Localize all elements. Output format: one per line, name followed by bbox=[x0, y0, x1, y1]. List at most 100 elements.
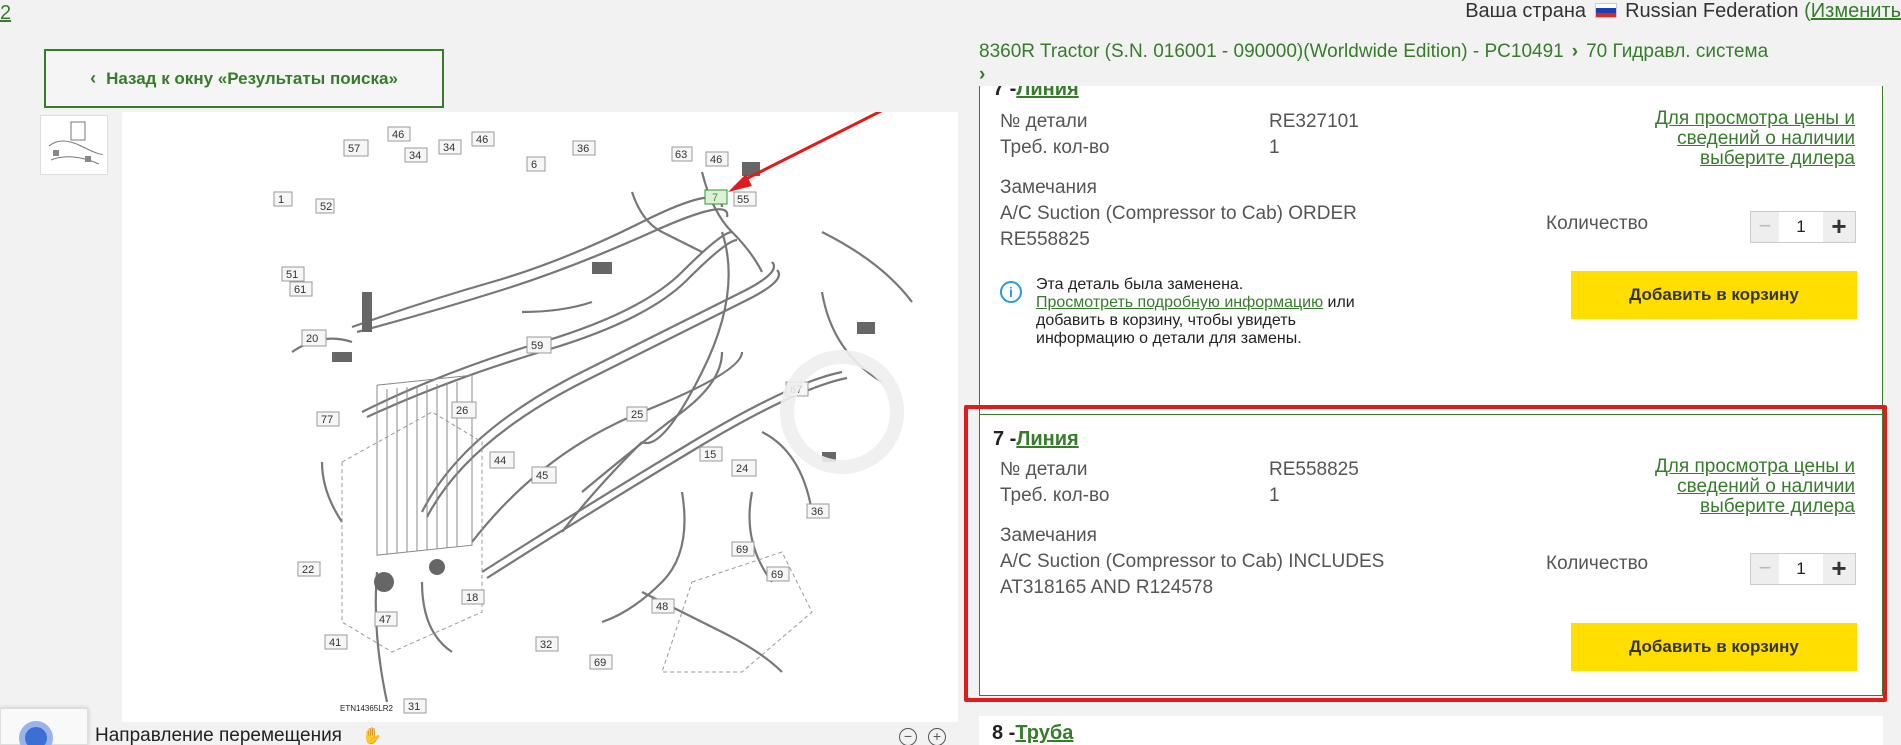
svg-text:1: 1 bbox=[278, 194, 284, 206]
back-to-search-results-button[interactable]: ‹ Назад к окну «Результаты поиска» bbox=[44, 49, 444, 108]
hand-pointer-icon[interactable]: ✋ bbox=[362, 728, 382, 745]
part-no-label: № детали bbox=[1000, 459, 1088, 480]
parts-diagram-drawing: 57 46 34 34 46 6 36 63 46 7 55 1 52 51 6… bbox=[273, 112, 913, 714]
remarks-label: Замечания bbox=[1000, 525, 1097, 546]
svg-text:77: 77 bbox=[321, 414, 333, 426]
svg-text:46: 46 bbox=[710, 154, 722, 166]
price-dealer-link[interactable]: Для просмотра цены и сведений о наличии … bbox=[1625, 457, 1855, 517]
quantity-stepper[interactable]: − 1 + bbox=[1750, 211, 1856, 243]
back-button-label: Назад к окну «Результаты поиска» bbox=[106, 68, 398, 88]
selected-callout: 7 bbox=[712, 192, 718, 204]
quantity-label: Количество bbox=[1546, 553, 1649, 574]
svg-text:63: 63 bbox=[675, 149, 687, 161]
svg-text:22: 22 bbox=[302, 564, 314, 576]
zoom-in-icon[interactable]: + bbox=[928, 728, 946, 745]
quantity-plus-button[interactable]: + bbox=[1823, 554, 1855, 584]
zoom-out-icon[interactable]: − bbox=[899, 728, 917, 745]
svg-text:15: 15 bbox=[704, 449, 716, 461]
svg-text:59: 59 bbox=[531, 340, 543, 352]
svg-text:26: 26 bbox=[456, 405, 468, 417]
svg-text:31: 31 bbox=[408, 701, 420, 713]
add-to-cart-button[interactable]: Добавить в корзину bbox=[1571, 623, 1857, 671]
country-name: Russian Federation bbox=[1625, 0, 1799, 22]
svg-text:52: 52 bbox=[320, 201, 332, 213]
part-title: 8 -Труба bbox=[992, 722, 1073, 745]
russia-flag-icon bbox=[1594, 3, 1617, 18]
svg-text:69: 69 bbox=[736, 544, 748, 556]
breadcrumb-separator-icon: › bbox=[979, 64, 986, 85]
part-title: 7 -Линия bbox=[993, 86, 1079, 101]
breadcrumb: 8360R Tractor (S.N. 016001 - 090000)(Wor… bbox=[979, 40, 1899, 86]
country-label: Ваша страна bbox=[1465, 0, 1586, 22]
quantity-minus-button[interactable]: − bbox=[1751, 212, 1779, 242]
remarks-text: A/C Suction (Compressor to Cab) ORDER RE… bbox=[1000, 203, 1357, 250]
qty-required-label: Треб. кол-во bbox=[1000, 485, 1110, 506]
move-direction-label: Направление перемещения ✋ bbox=[95, 725, 382, 745]
svg-text:41: 41 bbox=[329, 637, 341, 649]
part-number-index: 8 - bbox=[992, 722, 1016, 744]
part-card: 8 -Труба bbox=[979, 716, 1883, 745]
country-bar: 2 Ваша страна Russian Federation (Измени… bbox=[0, 0, 1901, 28]
change-country-link[interactable]: Изменить bbox=[1811, 0, 1901, 22]
svg-text:6: 6 bbox=[531, 159, 537, 171]
svg-text:36: 36 bbox=[577, 143, 589, 155]
part-name-link[interactable]: Линия bbox=[1016, 86, 1078, 100]
diagram-thumbnail[interactable] bbox=[40, 115, 108, 175]
svg-text:69: 69 bbox=[594, 657, 606, 669]
add-to-cart-button[interactable]: Добавить в корзину bbox=[1571, 271, 1857, 319]
diagram-code: ETN14365LR2 bbox=[340, 704, 393, 713]
svg-text:51: 51 bbox=[286, 269, 298, 281]
part-no-label: № детали bbox=[1000, 111, 1088, 132]
breadcrumb-separator-icon: › bbox=[1571, 41, 1579, 62]
part-no-value: RE327101 bbox=[1269, 111, 1359, 132]
chevron-left-icon: ‹ bbox=[90, 68, 97, 88]
part-name-link[interactable]: Труба bbox=[1015, 722, 1073, 744]
svg-text:36: 36 bbox=[811, 506, 823, 518]
svg-text:18: 18 bbox=[466, 592, 478, 604]
svg-text:32: 32 bbox=[540, 639, 552, 651]
part-card-highlighted: 7 -Линия № детали RE558825 Треб. кол-во … bbox=[979, 414, 1883, 696]
breadcrumb-model[interactable]: 8360R Tractor (S.N. 016001 - 090000)(Wor… bbox=[979, 41, 1564, 62]
svg-text:46: 46 bbox=[392, 129, 404, 141]
svg-text:44: 44 bbox=[494, 455, 506, 467]
svg-text:34: 34 bbox=[409, 150, 421, 162]
quantity-stepper[interactable]: − 1 + bbox=[1750, 553, 1856, 585]
info-icon: i bbox=[1000, 281, 1022, 303]
part-number-index: 7 - bbox=[993, 86, 1017, 100]
svg-text:48: 48 bbox=[656, 601, 668, 613]
quantity-value[interactable]: 1 bbox=[1779, 554, 1823, 584]
parts-diagram[interactable]: 57 46 34 34 46 6 36 63 46 7 55 1 52 51 6… bbox=[122, 112, 958, 722]
quantity-plus-button[interactable]: + bbox=[1823, 212, 1855, 242]
view-details-link[interactable]: Просмотреть подробную информацию bbox=[1036, 294, 1323, 311]
part-no-value: RE558825 bbox=[1269, 459, 1359, 480]
part-title: 7 -Линия bbox=[993, 428, 1079, 451]
qty-required-label: Треб. кол-во bbox=[1000, 137, 1110, 158]
replacement-info: Эта деталь была заменена. Просмотреть по… bbox=[1036, 276, 1376, 348]
part-number-index: 7 - bbox=[993, 428, 1017, 450]
change-paren: ( bbox=[1804, 0, 1811, 22]
quantity-value[interactable]: 1 bbox=[1779, 212, 1823, 242]
svg-text:24: 24 bbox=[736, 463, 748, 475]
svg-text:57: 57 bbox=[348, 143, 360, 155]
top-left-link[interactable]: 2 bbox=[0, 2, 11, 25]
svg-text:69: 69 bbox=[771, 569, 783, 581]
svg-text:47: 47 bbox=[379, 614, 391, 626]
country-selector: Ваша страна Russian Federation (Изменить bbox=[1465, 0, 1901, 23]
move-direction-text: Направление перемещения bbox=[95, 725, 342, 745]
svg-text:55: 55 bbox=[737, 194, 749, 206]
svg-text:34: 34 bbox=[443, 142, 455, 154]
part-name-link[interactable]: Линия bbox=[1016, 428, 1078, 450]
qty-required-value: 1 bbox=[1269, 137, 1280, 158]
quantity-minus-button[interactable]: − bbox=[1751, 554, 1779, 584]
breadcrumb-section[interactable]: 70 Гидравл. система bbox=[1586, 41, 1768, 62]
svg-text:20: 20 bbox=[306, 333, 318, 345]
svg-text:46: 46 bbox=[476, 134, 488, 146]
recaptcha-badge[interactable] bbox=[0, 708, 88, 745]
svg-text:61: 61 bbox=[294, 284, 306, 296]
remarks-label: Замечания bbox=[1000, 177, 1097, 198]
price-dealer-link[interactable]: Для просмотра цены и сведений о наличии … bbox=[1625, 109, 1855, 169]
svg-text:45: 45 bbox=[536, 470, 548, 482]
remarks-text: A/C Suction (Compressor to Cab) INCLUDES… bbox=[1000, 551, 1385, 598]
svg-text:25: 25 bbox=[631, 409, 643, 421]
parts-list: 7 -Линия № детали RE327101 Треб. кол-во … bbox=[979, 86, 1883, 745]
